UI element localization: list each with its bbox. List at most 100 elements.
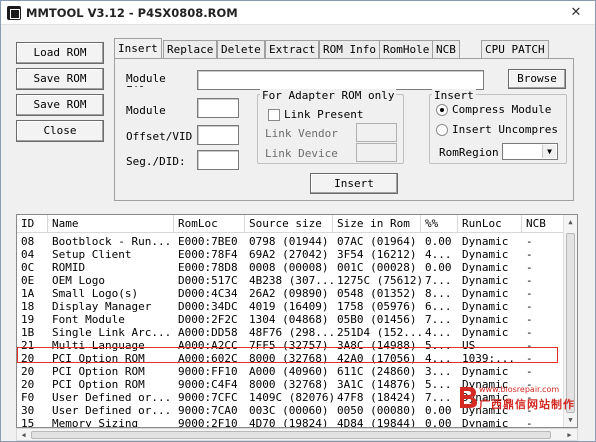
module-file-input[interactable] bbox=[197, 70, 484, 90]
cell-name: Single Link Arc... bbox=[52, 326, 172, 339]
column-header-romloc[interactable]: RomLoc bbox=[174, 215, 245, 233]
link-device-label: Link Device bbox=[265, 147, 338, 160]
column-header-runloc[interactable]: RunLoc bbox=[458, 215, 522, 233]
tab-rom-info[interactable]: ROM Info bbox=[319, 40, 380, 58]
cell-runloc: Dynamic bbox=[462, 235, 509, 248]
cell-source-size: 0008 (00008) bbox=[249, 261, 329, 274]
column-header-ncb[interactable]: NCB bbox=[522, 215, 564, 233]
cell-ncb: - bbox=[526, 352, 533, 365]
cell-runloc: Dynamic bbox=[462, 417, 509, 428]
save-rom-button[interactable]: Save ROM bbox=[16, 68, 104, 90]
module-input[interactable] bbox=[197, 98, 239, 118]
table-row[interactable]: 04 Setup Client E000:78F4 69A2 (27042) 3F54 … bbox=[17, 248, 564, 261]
insert-button[interactable]: Insert bbox=[310, 173, 398, 194]
table-row[interactable]: 1A Small Logo(s) D000:4C34 26A2 (09890) 0548… bbox=[17, 287, 564, 300]
cell-size-in-rom: 611C (24860) bbox=[337, 365, 417, 378]
cell-romloc: A000:A2CC bbox=[178, 339, 238, 352]
table-row[interactable]: 18 Display Manager D000:34DC 4019 (16409) 17… bbox=[17, 300, 564, 313]
cell-id: 20 bbox=[21, 365, 35, 378]
cell-size-in-rom: 3F54 (16212) bbox=[337, 248, 417, 261]
table-row[interactable]: 1B Single Link Arc... A000:DD58 48F76 (298.… bbox=[17, 326, 564, 339]
cell-romloc: D000:4C34 bbox=[178, 287, 238, 300]
compress-module-label: Compress Module bbox=[452, 103, 552, 116]
compress-module-radio[interactable] bbox=[436, 104, 448, 116]
tab-replace[interactable]: Replace bbox=[163, 40, 218, 58]
offset-vid-input[interactable] bbox=[197, 125, 239, 145]
cell-size-in-rom: 42A0 (17056) bbox=[337, 352, 417, 365]
cell-romloc: 9000:2F10 bbox=[178, 417, 238, 428]
browse-button[interactable]: Browse bbox=[508, 69, 566, 89]
cell-size-in-rom: 251D4 (152... bbox=[337, 326, 421, 339]
cell-id: 20 bbox=[21, 378, 35, 391]
cell-size-in-rom: 4D84 (19844) bbox=[337, 417, 417, 428]
title-bar: MMTOOL V3.12 - P4SX0808.ROM ✕ bbox=[1, 1, 595, 25]
link-present-checkbox[interactable] bbox=[268, 109, 280, 121]
seg-did-input[interactable] bbox=[197, 150, 239, 170]
cell-romloc: 9000:C4F4 bbox=[178, 378, 238, 391]
horizontal-scroll-thumb[interactable] bbox=[31, 431, 551, 439]
tab-ncb[interactable]: NCB bbox=[432, 40, 460, 58]
cell-ncb: - bbox=[526, 417, 533, 428]
column-header-id[interactable]: ID bbox=[17, 215, 48, 233]
table-row[interactable]: 20 PCI Option ROM 9000:FF10 A000 (40960) 611… bbox=[17, 365, 564, 378]
chevron-down-icon: ▼ bbox=[542, 145, 556, 158]
column-header-percent[interactable]: %% bbox=[421, 215, 458, 233]
insert-uncompressed-radio[interactable] bbox=[436, 124, 448, 136]
cell-id: 08 bbox=[21, 235, 35, 248]
horizontal-scrollbar[interactable]: ◀ ▶ bbox=[16, 428, 578, 441]
rom-region-label: RomRegion bbox=[439, 146, 499, 159]
tab-delete[interactable]: Delete bbox=[217, 40, 265, 58]
table-row[interactable]: 15 Memory Sizing 9000:2F10 4D70 (19824) 4D84… bbox=[17, 417, 564, 428]
tab-insert[interactable]: Insert bbox=[114, 38, 162, 58]
cell-runloc: Dynamic bbox=[462, 287, 509, 300]
scroll-left-icon[interactable]: ◀ bbox=[17, 428, 30, 442]
close-icon[interactable]: ✕ bbox=[567, 5, 585, 21]
save-rom-as-button[interactable]: Save ROM as.. bbox=[16, 94, 104, 131]
cell-runloc: US bbox=[462, 339, 476, 352]
tab-cpu-patch[interactable]: CPU PATCH bbox=[481, 40, 549, 58]
table-row[interactable]: 21 Multi Language A000:A2CC 7FF5 (32757) 3A8… bbox=[17, 339, 564, 352]
link-device-input[interactable] bbox=[356, 143, 397, 162]
table-row[interactable]: 0C ROMID E000:78D8 0008 (00008) 001C (00028)… bbox=[17, 261, 564, 274]
adapter-group-title: For Adapter ROM only bbox=[260, 89, 397, 102]
scroll-right-icon[interactable]: ▶ bbox=[563, 428, 576, 442]
column-header-source-size[interactable]: Source size bbox=[245, 215, 333, 233]
column-header-size-in-rom[interactable]: Size in Rom bbox=[333, 215, 421, 233]
tab-romhole[interactable]: RomHole bbox=[379, 40, 434, 58]
tab-extract[interactable]: Extract bbox=[265, 40, 320, 58]
cell-romloc: E000:7BE0 bbox=[178, 235, 238, 248]
cell-percent: 8... bbox=[425, 287, 452, 300]
insert-group-title: Insert bbox=[432, 89, 476, 102]
cell-name: User Defined or... bbox=[52, 391, 172, 404]
link-vendor-input[interactable] bbox=[356, 123, 397, 142]
rom-region-select[interactable]: ▼ bbox=[502, 143, 558, 160]
cell-size-in-rom: 1275C (75612) bbox=[337, 274, 421, 287]
table-row[interactable]: 0E OEM Logo D000:517C 4B238 (307... 1275C (7… bbox=[17, 274, 564, 287]
cell-percent: 0.00 bbox=[425, 261, 452, 274]
watermark: www.biosrepair.com 广西鼎信网站制作 bbox=[457, 382, 587, 416]
table-row[interactable]: 08 Bootblock - Run... E000:7BE0 0798 (01944… bbox=[17, 235, 564, 248]
cell-percent: 0.00 bbox=[425, 417, 452, 428]
cell-name: Bootblock - Run... bbox=[52, 235, 172, 248]
cell-romloc: E000:78F4 bbox=[178, 248, 238, 261]
close-rom-button[interactable]: Close bbox=[16, 120, 104, 142]
link-present-label: Link Present bbox=[284, 108, 364, 121]
cell-id: F0 bbox=[21, 391, 35, 404]
cell-name: Memory Sizing bbox=[52, 417, 139, 428]
column-header-name[interactable]: Name bbox=[48, 215, 174, 233]
cell-percent: 4... bbox=[425, 352, 452, 365]
cell-source-size: 0798 (01944) bbox=[249, 235, 329, 248]
table-row[interactable]: 20 PCI Option ROM A000:602C 8000 (32768) 42A… bbox=[17, 352, 564, 365]
cell-runloc: Dynamic bbox=[462, 300, 509, 313]
cell-source-size: 69A2 (27042) bbox=[249, 248, 329, 261]
cell-ncb: - bbox=[526, 261, 533, 274]
scroll-up-icon[interactable]: ▲ bbox=[564, 215, 577, 229]
table-header: ID Name RomLoc Source size Size in Rom %… bbox=[17, 215, 564, 233]
cell-percent: 0.00 bbox=[425, 404, 452, 417]
cell-id: 1A bbox=[21, 287, 35, 300]
cell-source-size: 003C (00060) bbox=[249, 404, 329, 417]
table-row[interactable]: 19 Font Module D000:2F2C 1304 (04868) 05B0 (… bbox=[17, 313, 564, 326]
cell-name: OEM Logo bbox=[52, 274, 105, 287]
cell-romloc: D000:2F2C bbox=[178, 313, 238, 326]
load-rom-button[interactable]: Load ROM bbox=[16, 42, 104, 64]
